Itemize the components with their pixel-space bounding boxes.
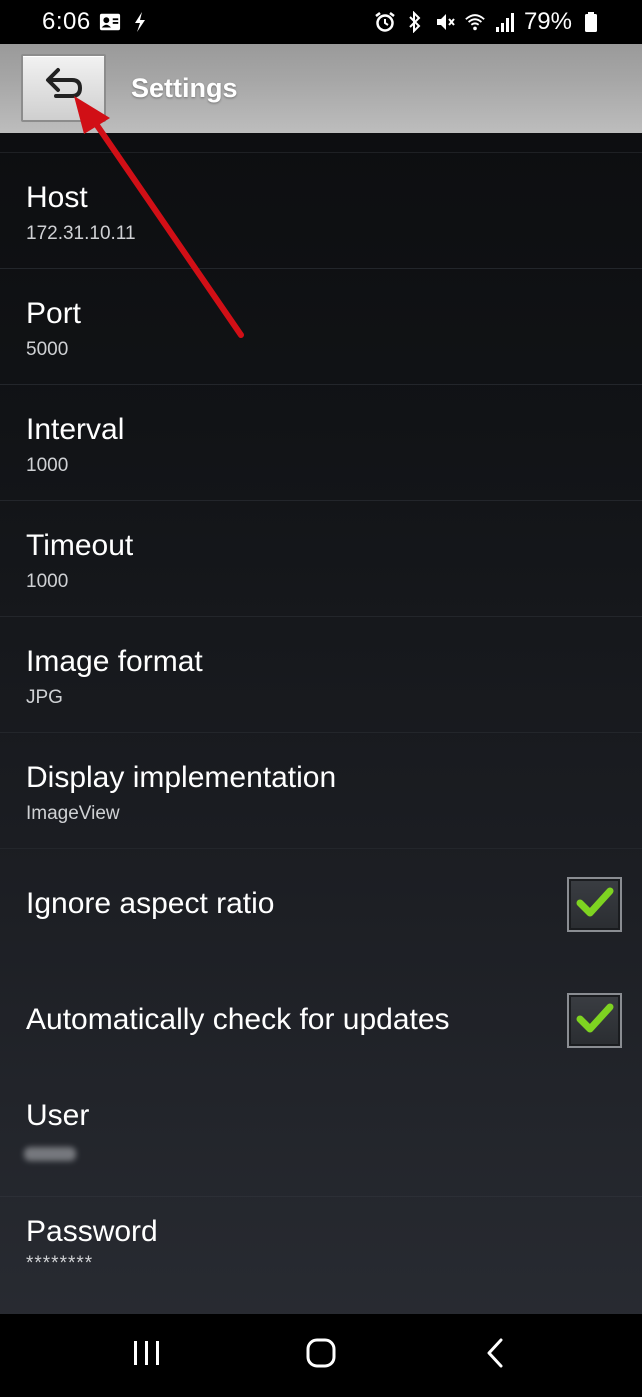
battery-percent: 79% — [523, 8, 572, 35]
setting-summary: 172.31.10.11 — [26, 223, 136, 244]
setting-timeout[interactable]: Timeout 1000 — [0, 501, 642, 617]
setting-summary: 1000 — [26, 571, 69, 592]
setting-title: Display implementation — [26, 761, 337, 794]
setting-title: Image format — [26, 645, 203, 678]
screen: 6:06 79% Settings Host 172.31.10.11 Port… — [0, 0, 642, 1397]
home-button[interactable] — [291, 1331, 351, 1381]
wifi-icon — [464, 11, 486, 33]
setting-summary: JPG — [26, 687, 63, 708]
recent-apps-icon — [131, 1338, 163, 1373]
settings-list: Host 172.31.10.11 Port 5000 Interval 100… — [0, 153, 642, 1313]
setting-title: Automatically check for updates — [26, 1003, 450, 1036]
navigation-bar — [0, 1314, 642, 1397]
setting-interval[interactable]: Interval 1000 — [0, 385, 642, 501]
nav-back-button[interactable] — [465, 1331, 525, 1381]
contact-card-icon — [99, 11, 121, 33]
setting-display-implementation[interactable]: Display implementation ImageView — [0, 733, 642, 849]
ignore-aspect-ratio-checkbox[interactable] — [567, 877, 622, 932]
checkmark-icon — [576, 1001, 614, 1040]
setting-ignore-aspect-ratio[interactable]: Ignore aspect ratio — [0, 849, 642, 965]
page-title: Settings — [131, 73, 238, 103]
recent-apps-button[interactable] — [117, 1331, 177, 1381]
auto-check-updates-checkbox[interactable] — [567, 993, 622, 1048]
charging-bolt-icon — [129, 11, 151, 33]
setting-image-format[interactable]: Image format JPG — [0, 617, 642, 733]
setting-title: Host — [26, 181, 88, 214]
back-icon — [483, 1337, 507, 1374]
signal-icon — [494, 11, 516, 33]
setting-summary: ******** — [26, 1253, 94, 1274]
back-button[interactable] — [21, 54, 106, 122]
setting-host[interactable]: Host 172.31.10.11 — [0, 153, 642, 269]
setting-auto-check-updates[interactable]: Automatically check for updates — [0, 965, 642, 1081]
battery-icon — [580, 11, 602, 33]
setting-title: Password — [26, 1215, 158, 1248]
status-left: 6:06 — [42, 8, 151, 36]
setting-summary: 1000 — [26, 455, 69, 476]
status-bar: 6:06 79% — [0, 0, 642, 44]
setting-password[interactable]: Password ******** — [0, 1197, 642, 1313]
checkmark-icon — [576, 885, 614, 924]
setting-user[interactable]: User — [0, 1081, 642, 1197]
title-bar: Settings — [0, 44, 642, 133]
status-clock: 6:06 — [42, 8, 91, 35]
mute-icon — [434, 11, 456, 33]
setting-title: Ignore aspect ratio — [26, 887, 275, 920]
setting-summary: 5000 — [26, 339, 69, 360]
setting-port[interactable]: Port 5000 — [0, 269, 642, 385]
home-icon — [305, 1337, 337, 1374]
setting-summary: ImageView — [26, 803, 120, 824]
alarm-icon — [374, 11, 396, 33]
blurred-user-value — [24, 1147, 76, 1161]
setting-title: Port — [26, 297, 82, 330]
setting-title: User — [26, 1099, 90, 1132]
setting-title: Interval — [26, 413, 125, 446]
bluetooth-icon — [404, 11, 426, 33]
status-right: 79% — [374, 8, 602, 36]
back-arrow-icon — [42, 66, 86, 111]
setting-title: Timeout — [26, 529, 134, 562]
